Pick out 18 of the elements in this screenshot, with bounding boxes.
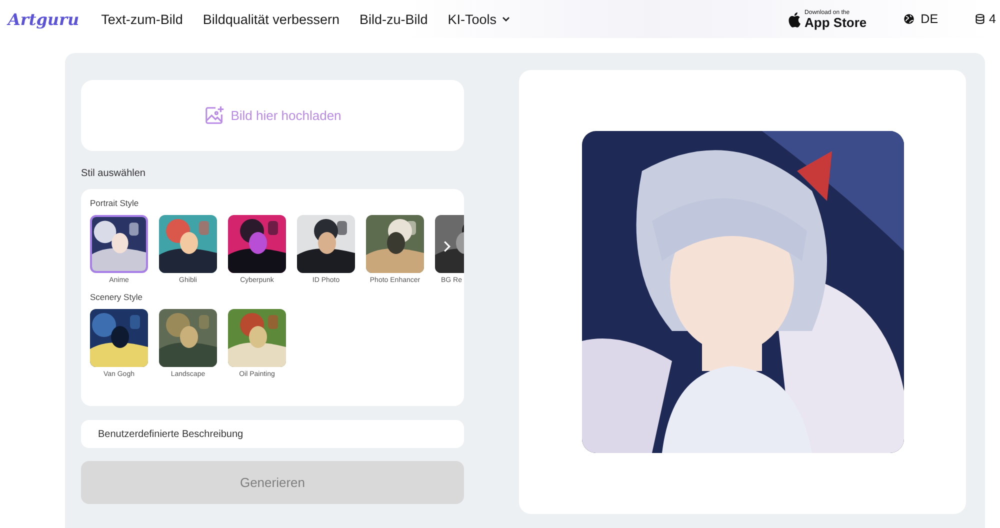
- store-name: App Store: [804, 16, 867, 28]
- group-title: Portrait Style: [90, 198, 140, 208]
- caret-icon: [500, 14, 511, 24]
- nav-link[interactable]: Bild-zu-Bild: [359, 12, 428, 26]
- language-button[interactable]: DE: [902, 12, 938, 26]
- nav-link[interactable]: Text-zum-Bild: [101, 12, 183, 26]
- coins-icon: [974, 13, 986, 25]
- apple-icon: [786, 10, 801, 28]
- globe-icon: [902, 13, 915, 25]
- nav-link[interactable]: KI-Tools: [448, 12, 511, 26]
- logo[interactable]: Artguru: [8, 10, 80, 28]
- image-add-icon: [204, 105, 225, 126]
- credits-button[interactable]: 4: [974, 12, 996, 26]
- description-field[interactable]: Benutzerdefinierte Beschreibung: [81, 420, 464, 448]
- group-title: Scenery Style: [90, 292, 144, 302]
- section-heading: Stil auswählen: [81, 168, 146, 179]
- nav-link[interactable]: Bildqualität verbessern: [202, 12, 340, 26]
- chevron-right-icon: [443, 240, 451, 252]
